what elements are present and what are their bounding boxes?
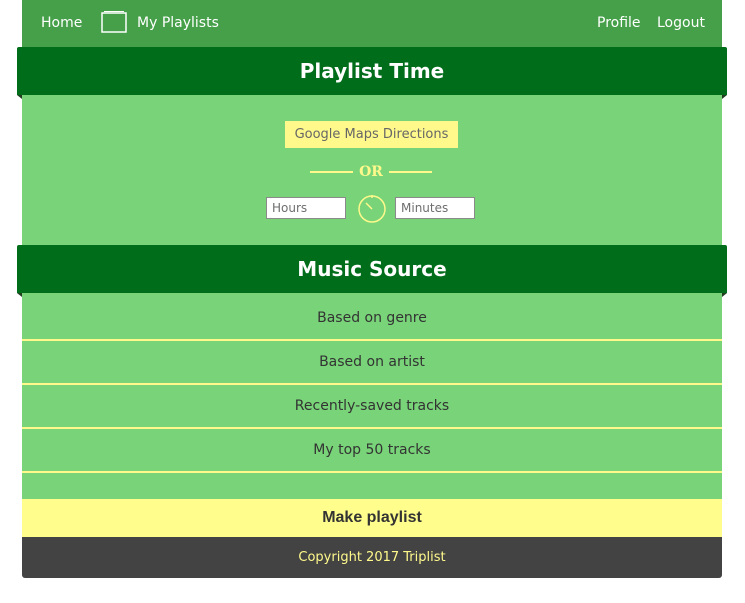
hours-input[interactable]	[266, 197, 346, 219]
music-source-option-top50[interactable]: My top 50 tracks	[22, 429, 722, 473]
timer-icon	[358, 195, 386, 223]
music-source-option-recent[interactable]: Recently-saved tracks	[22, 385, 722, 429]
google-maps-directions-button[interactable]: Google Maps Directions	[285, 121, 458, 148]
footer-copyright: Copyright 2017 Triplist	[22, 537, 722, 578]
or-divider-line-left	[310, 171, 353, 173]
music-source-option-artist[interactable]: Based on artist	[22, 341, 722, 385]
playlists-icon[interactable]	[100, 10, 128, 34]
or-text: OR	[359, 164, 383, 180]
make-playlist-button[interactable]: Make playlist	[22, 499, 722, 537]
music-source-heading: Music Source	[17, 245, 727, 297]
music-source-option-genre[interactable]: Based on genre	[22, 297, 722, 341]
nav-home-link[interactable]: Home	[41, 15, 82, 32]
nav-my-playlists-link[interactable]: My Playlists	[137, 15, 219, 32]
music-source-panel: Based on genre Based on artist Recently-…	[22, 293, 722, 499]
minutes-input[interactable]	[395, 197, 475, 219]
nav-logout-link[interactable]: Logout	[657, 15, 705, 32]
nav-profile-link[interactable]: Profile	[597, 15, 641, 32]
playlist-time-heading: Playlist Time	[17, 47, 727, 99]
or-divider: OR	[310, 163, 432, 183]
playlist-time-panel: Google Maps Directions OR	[22, 95, 722, 245]
or-divider-line-right	[389, 171, 432, 173]
top-nav: Home My Playlists Profile Logout	[22, 0, 722, 47]
